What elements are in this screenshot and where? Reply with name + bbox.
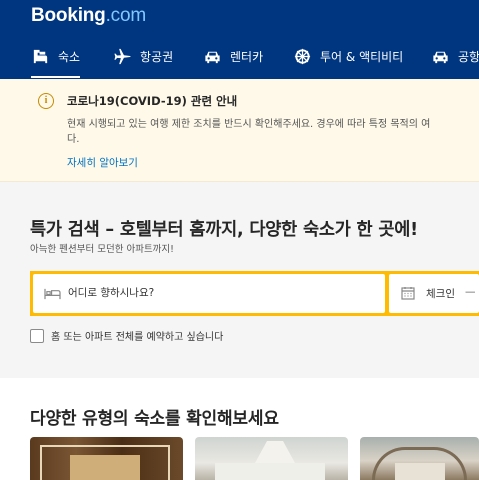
destination-input[interactable] — [68, 279, 368, 307]
entire-home-label: 홈 또는 아파트 전체를 예약하고 싶습니다 — [51, 332, 224, 343]
alert-body-line: 다. — [67, 134, 80, 145]
nav-tab-attractions[interactable]: 투어 & 액티비티 — [293, 34, 403, 78]
nav-label: 항공권 — [140, 49, 174, 64]
logo-text: Booking — [31, 5, 106, 26]
car-icon — [205, 51, 220, 63]
date-separator: — — [465, 286, 476, 298]
covid-alert-banner: i 코로나19(COVID-19) 관련 안내 현재 시행되고 있는 여행 제한… — [0, 79, 479, 182]
product-nav: 숙소 항공권 렌터카 투어 & 액티비티 공항 — [0, 34, 479, 79]
bed-icon — [44, 288, 61, 300]
alert-body: 현재 시행되고 있는 여행 제한 조치를 반드시 확인해주세요. 경우에 따라 … — [67, 117, 479, 147]
property-types-title: 다양한 유형의 숙소를 확인해보세요 — [30, 409, 279, 429]
checkin-label: 체크인 — [426, 288, 455, 300]
learn-more-link[interactable]: 자세히 알아보기 — [67, 155, 138, 170]
bed-icon — [33, 49, 48, 63]
nav-label: 숙소 — [58, 49, 81, 64]
alert-title: 코로나19(COVID-19) 관련 안내 — [67, 94, 238, 108]
property-type-card[interactable] — [360, 437, 479, 480]
destination-field[interactable] — [33, 274, 385, 313]
plane-icon — [114, 48, 131, 64]
top-header: Booking.com 숙소 항공권 렌터카 투어 & 액티비티 공항 — [0, 0, 479, 79]
nav-tab-airport-taxis[interactable]: 공항 — [431, 34, 479, 78]
taxi-icon — [433, 51, 448, 63]
logo-suffix: .com — [105, 5, 147, 26]
alert-body-line: 현재 시행되고 있는 여행 제한 조치를 반드시 확인해주세요. 경우에 따라 … — [67, 119, 431, 130]
entire-home-option[interactable]: 홈 또는 아파트 전체를 예약하고 싶습니다 — [30, 328, 223, 343]
checkin-field[interactable]: 체크인 — — [389, 274, 479, 313]
nav-tab-stays[interactable]: 숙소 — [31, 34, 81, 78]
nav-tab-flights[interactable]: 항공권 — [113, 34, 173, 78]
attractions-icon — [294, 48, 311, 64]
info-icon: i — [38, 93, 54, 109]
search-section: 특가 검색 – 호텔부터 홈까지, 다양한 숙소가 한 곳에! 아늑한 펜션부터… — [0, 182, 479, 378]
booking-logo[interactable]: Booking.com — [31, 5, 146, 27]
search-bar: 체크인 — — [30, 271, 479, 316]
nav-label: 렌터카 — [230, 49, 264, 64]
nav-tab-car-rentals[interactable]: 렌터카 — [203, 34, 263, 78]
entire-home-checkbox[interactable] — [30, 328, 44, 343]
hero-title: 특가 검색 – 호텔부터 홈까지, 다양한 숙소가 한 곳에! — [30, 220, 418, 240]
calendar-icon — [401, 287, 415, 300]
property-type-card[interactable] — [195, 437, 348, 480]
hero-subtitle: 아늑한 펜션부터 모던한 아파트까지! — [30, 244, 174, 255]
property-type-card[interactable] — [30, 437, 183, 480]
nav-label: 투어 & 액티비티 — [320, 49, 404, 64]
nav-label: 공항 — [458, 49, 479, 64]
